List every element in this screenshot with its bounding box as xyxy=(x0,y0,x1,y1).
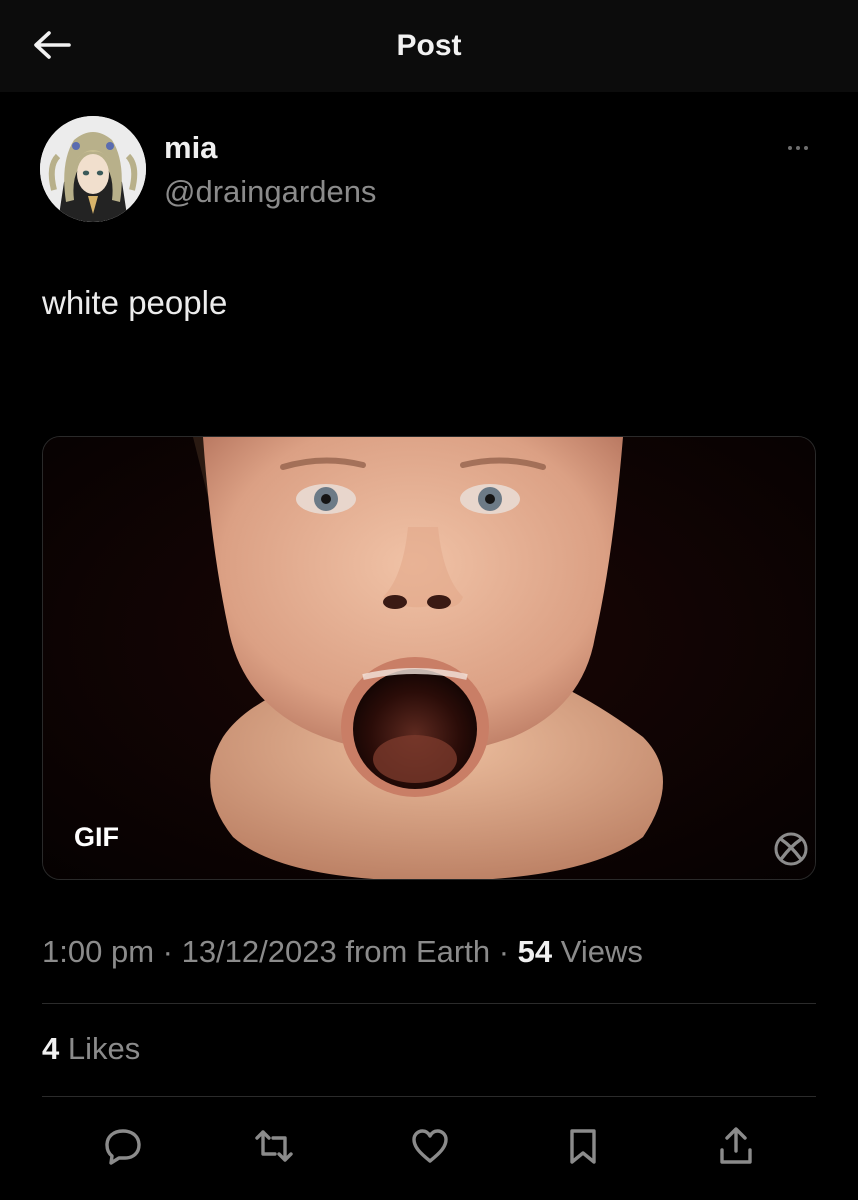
divider xyxy=(42,1096,816,1097)
bookmark-icon xyxy=(570,1129,596,1164)
reply-button[interactable] xyxy=(101,1124,145,1168)
repost-button[interactable] xyxy=(252,1124,296,1168)
more-dot-icon xyxy=(788,146,792,150)
avatar[interactable] xyxy=(40,116,146,222)
likes-count: 4 xyxy=(42,1031,60,1066)
xbox-logo-icon xyxy=(774,832,808,866)
share-icon xyxy=(720,1127,752,1164)
author-name[interactable]: mia xyxy=(164,130,217,166)
share-button[interactable] xyxy=(714,1124,758,1168)
like-button[interactable] xyxy=(408,1124,452,1168)
reply-icon xyxy=(105,1129,141,1165)
views-label: Views xyxy=(560,934,643,969)
author-handle[interactable]: @draingardens xyxy=(164,174,376,210)
repost-icon xyxy=(255,1130,293,1162)
post-source: from Earth xyxy=(345,934,491,969)
meta-separator: · xyxy=(498,934,518,969)
like-icon xyxy=(412,1129,448,1163)
page-title: Post xyxy=(396,29,462,62)
post-gif-media[interactable] xyxy=(42,436,816,880)
views-count: 54 xyxy=(517,934,553,969)
more-dot-icon xyxy=(804,146,808,150)
gif-badge: GIF xyxy=(74,822,119,852)
post-time: 1:00 pm xyxy=(42,934,155,969)
meta-separator: · xyxy=(162,934,182,969)
top-bar: Post xyxy=(0,0,858,92)
more-options-button[interactable] xyxy=(780,138,816,158)
post-text: white people xyxy=(42,284,228,321)
bookmark-button[interactable] xyxy=(561,1124,605,1168)
post-metadata: 1:00 pm · 13/12/2023 from Earth · 54 Vie… xyxy=(42,934,643,970)
likes-label: Likes xyxy=(67,1031,141,1066)
more-dot-icon xyxy=(796,146,800,150)
likes-summary[interactable]: 4 Likes xyxy=(42,1031,140,1067)
divider xyxy=(42,1003,816,1004)
post-date: 13/12/2023 xyxy=(181,934,337,969)
